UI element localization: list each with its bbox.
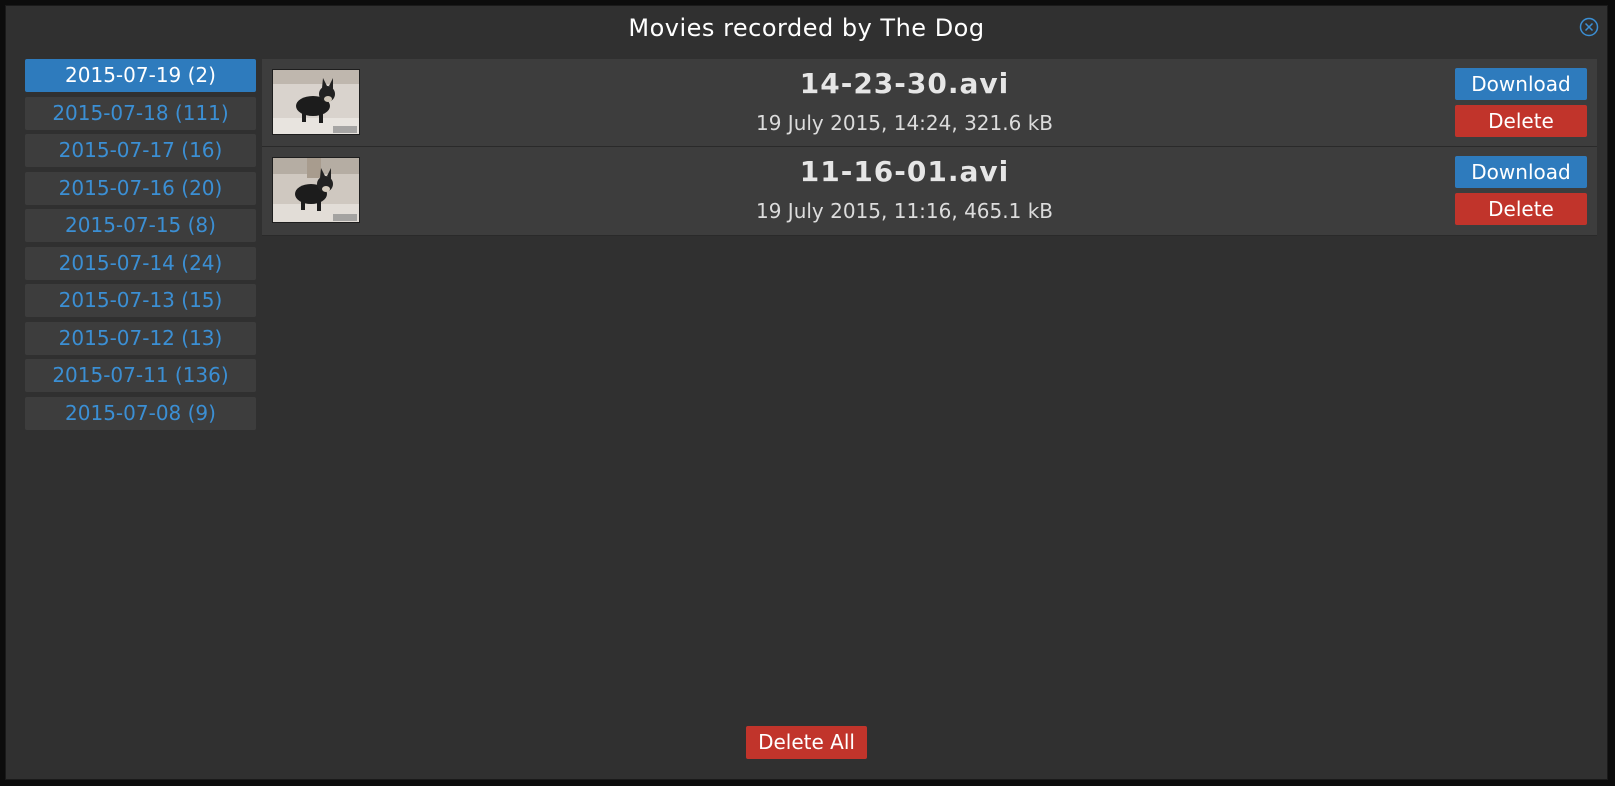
download-button[interactable]: Download — [1455, 68, 1587, 100]
date-item[interactable]: 2015-07-13 (15) — [25, 284, 256, 317]
movie-filename: 11-16-01.avi — [799, 155, 1010, 188]
movies-dialog: Movies recorded by The Dog 2015-07-19 (2… — [5, 5, 1608, 780]
movie-thumbnail[interactable] — [272, 69, 360, 135]
movie-filename: 14-23-30.avi — [799, 67, 1010, 100]
movie-list: 14-23-30.avi 19 July 2015, 14:24, 321.6 … — [262, 59, 1597, 236]
movie-details: 19 July 2015, 11:16, 465.1 kB — [755, 199, 1053, 223]
date-item[interactable]: 2015-07-15 (8) — [25, 209, 256, 242]
date-item[interactable]: 2015-07-16 (20) — [25, 171, 256, 205]
dialog-title: Movies recorded by The Dog — [628, 14, 985, 42]
date-item[interactable]: 2015-07-11 (136) — [25, 359, 256, 392]
movie-row: 11-16-01.avi 19 July 2015, 11:16, 465.1 … — [262, 147, 1597, 236]
date-item[interactable]: 2015-07-14 (24) — [25, 246, 256, 280]
close-icon[interactable] — [1579, 17, 1599, 37]
delete-button[interactable]: Delete — [1455, 105, 1587, 137]
date-item[interactable]: 2015-07-18 (111) — [25, 96, 256, 130]
movie-row: 14-23-30.avi 19 July 2015, 14:24, 321.6 … — [262, 59, 1597, 147]
date-item[interactable]: 2015-07-12 (13) — [25, 321, 256, 355]
delete-button[interactable]: Delete — [1455, 193, 1587, 225]
date-item[interactable]: 2015-07-19 (2) — [25, 59, 256, 92]
download-button[interactable]: Download — [1455, 156, 1587, 188]
movie-thumbnail[interactable] — [272, 157, 360, 223]
movie-details: 19 July 2015, 14:24, 321.6 kB — [755, 111, 1053, 135]
date-list: 2015-07-19 (2) 2015-07-18 (111) 2015-07-… — [25, 59, 256, 434]
date-item[interactable]: 2015-07-08 (9) — [25, 396, 256, 430]
date-item[interactable]: 2015-07-17 (16) — [25, 134, 256, 167]
delete-all-button[interactable]: Delete All — [746, 726, 867, 759]
